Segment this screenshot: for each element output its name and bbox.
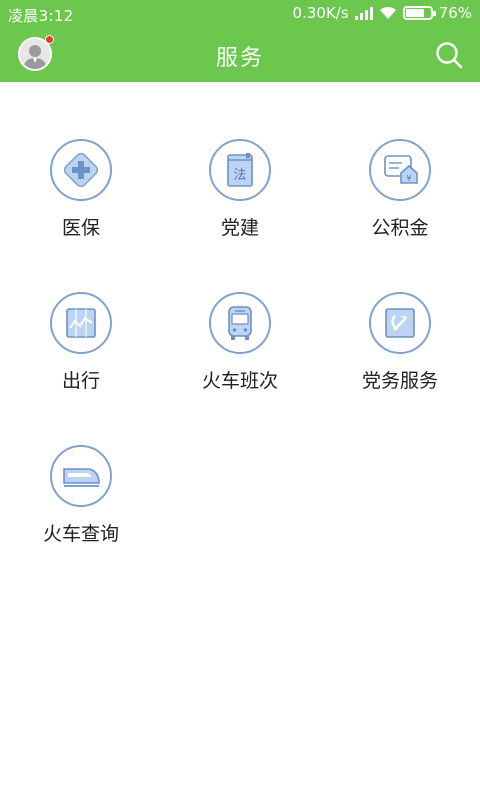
svg-text:¥: ¥ [406, 174, 411, 183]
phone-screen: 凌晨3:12 0.30K/s 76% 服务 医保 法 党建 ¥ 公积金 出行 火… [0, 0, 480, 800]
service-icon-circle: 法 [209, 139, 271, 201]
travel-chart-icon [66, 308, 96, 338]
service-item-train-schedule[interactable]: 火车班次 [170, 292, 310, 393]
service-icon-circle [50, 139, 112, 201]
status-time: 凌晨3:12 [8, 7, 74, 25]
service-item-medical[interactable]: 医保 [11, 139, 151, 240]
service-label: 火车班次 [201, 370, 278, 392]
service-label: 党务服务 [361, 370, 438, 392]
status-indicators: 0.30K/s 76% [293, 4, 472, 22]
status-bar: 凌晨3:12 0.30K/s 76% [0, 0, 480, 28]
battery-icon [402, 6, 436, 20]
wifi-icon [379, 6, 396, 19]
service-icon-circle: ¥ [369, 139, 431, 201]
party-emblem-icon [385, 308, 415, 338]
search-icon[interactable] [434, 40, 464, 70]
service-item-party-affairs[interactable]: 党务服务 [330, 292, 470, 393]
service-item-party-building[interactable]: 法 党建 [170, 139, 310, 240]
service-label: 党建 [220, 217, 259, 239]
service-icon-circle [50, 445, 112, 507]
service-label: 火车查询 [42, 523, 119, 545]
medical-cross-icon [63, 152, 99, 188]
service-item-housing-fund[interactable]: ¥ 公积金 [330, 139, 470, 240]
network-speed: 0.30K/s [292, 4, 349, 22]
service-icon-circle [369, 292, 431, 354]
battery-percent: 76% [438, 4, 472, 22]
signal-icon [354, 6, 373, 20]
law-book-icon: 法 [227, 153, 253, 187]
bus-icon [228, 306, 252, 340]
svg-text:法: 法 [233, 168, 246, 183]
housing-fund-icon: ¥ [384, 155, 418, 184]
service-item-travel[interactable]: 出行 [11, 292, 151, 393]
service-item-train-query[interactable]: 火车查询 [11, 445, 151, 546]
service-icon-circle [209, 292, 271, 354]
service-icon-circle [50, 292, 112, 354]
service-label: 公积金 [371, 217, 429, 239]
service-label: 出行 [61, 370, 100, 392]
app-bar: 服务 [0, 28, 480, 82]
page-title: 服务 [215, 46, 264, 71]
service-label: 医保 [61, 217, 100, 239]
train-icon [63, 468, 100, 487]
